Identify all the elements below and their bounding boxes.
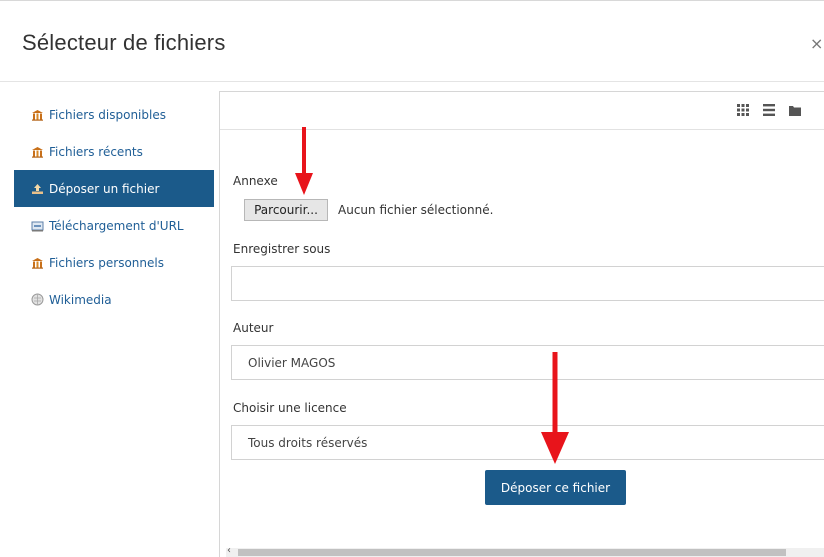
save-as-input[interactable] bbox=[231, 266, 824, 301]
folder-view-icon[interactable] bbox=[787, 102, 803, 118]
sidebar-item-recent-files[interactable]: Fichiers récents bbox=[14, 133, 214, 170]
list-view-icon[interactable] bbox=[761, 102, 777, 118]
license-label: Choisir une licence bbox=[233, 401, 347, 415]
license-select[interactable]: Tous droits réservés bbox=[231, 425, 824, 460]
top-divider bbox=[0, 0, 824, 1]
sidebar-item-label: Fichiers récents bbox=[49, 144, 143, 159]
scroll-left-arrow-icon[interactable]: ‹ bbox=[227, 545, 231, 556]
annotation-arrow-browse bbox=[295, 127, 313, 195]
sidebar-item-url-download[interactable]: Téléchargement d'URL bbox=[14, 207, 214, 244]
sidebar-item-label: Fichiers personnels bbox=[49, 255, 164, 270]
sidebar-item-upload-file[interactable]: Déposer un fichier bbox=[14, 170, 214, 207]
scrollbar-thumb[interactable] bbox=[238, 549, 786, 556]
annotation-arrow-submit bbox=[541, 352, 569, 464]
grid-view-icon[interactable] bbox=[735, 102, 751, 118]
view-switcher bbox=[735, 102, 803, 118]
url-download-icon bbox=[30, 219, 44, 233]
upload-icon bbox=[30, 182, 44, 196]
horizontal-scrollbar[interactable]: ‹ bbox=[226, 545, 824, 557]
sidebar-item-label: Téléchargement d'URL bbox=[49, 218, 184, 233]
browse-button[interactable]: Parcourir... bbox=[244, 199, 328, 221]
repository-icon bbox=[30, 108, 44, 122]
sidebar-item-wikimedia[interactable]: Wikimedia bbox=[14, 281, 214, 318]
wikimedia-icon bbox=[30, 293, 44, 307]
upload-file-button[interactable]: Déposer ce fichier bbox=[485, 470, 626, 505]
no-file-selected-text: Aucun fichier sélectionné. bbox=[338, 203, 494, 217]
header-divider bbox=[0, 81, 824, 82]
sidebar-item-label: Déposer un fichier bbox=[49, 181, 160, 196]
sidebar-item-label: Fichiers disponibles bbox=[49, 107, 166, 122]
dialog-title: Sélecteur de fichiers bbox=[22, 30, 226, 55]
sidebar-item-label: Wikimedia bbox=[49, 292, 112, 307]
attachment-label: Annexe bbox=[233, 174, 278, 188]
close-icon[interactable]: × bbox=[810, 34, 824, 53]
repository-icon bbox=[30, 256, 44, 270]
sidebar-item-available-files[interactable]: Fichiers disponibles bbox=[14, 96, 214, 133]
repository-icon bbox=[30, 145, 44, 159]
repository-sidebar: Fichiers disponibles Fichiers récents Dé… bbox=[14, 96, 214, 318]
author-label: Auteur bbox=[233, 321, 274, 335]
sidebar-item-personal-files[interactable]: Fichiers personnels bbox=[14, 244, 214, 281]
save-as-label: Enregistrer sous bbox=[233, 242, 331, 256]
author-input[interactable]: Olivier MAGOS bbox=[231, 345, 824, 380]
